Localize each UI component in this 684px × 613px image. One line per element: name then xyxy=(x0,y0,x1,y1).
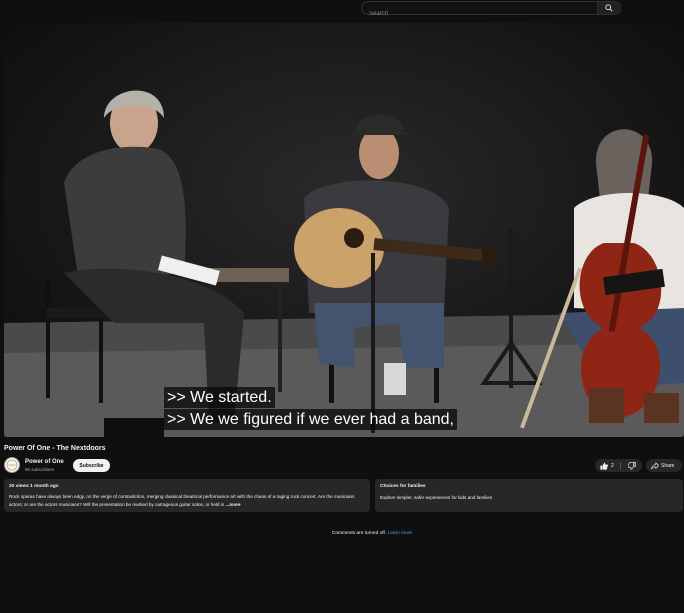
learn-more-link[interactable]: Learn more xyxy=(388,531,413,536)
description-text: Rock operas have always been edgy, on th… xyxy=(9,494,355,507)
search-input[interactable] xyxy=(362,8,597,20)
channel-logo-icon xyxy=(6,459,18,471)
dislike-button[interactable] xyxy=(622,459,642,472)
info-panel-text: Explore simpler, safer experiences for k… xyxy=(380,495,493,500)
like-dislike-group: 2 xyxy=(595,459,642,472)
share-button[interactable]: Share xyxy=(646,459,682,472)
share-icon xyxy=(651,461,659,469)
search-icon xyxy=(605,4,613,12)
thumbs-up-icon xyxy=(600,462,608,470)
view-count-and-date: 20 views 1 month ago xyxy=(9,484,59,489)
comments-off-text: Comments are turned off. xyxy=(331,531,387,536)
caption-line-1: >> We started. xyxy=(164,387,275,408)
like-count: 2 xyxy=(611,462,614,469)
more-link[interactable]: ...more xyxy=(226,502,241,507)
search-box[interactable] xyxy=(361,1,598,20)
like-button[interactable]: 2 xyxy=(595,459,620,472)
channel-avatar[interactable] xyxy=(4,457,20,473)
search-button[interactable] xyxy=(597,1,621,15)
info-panel[interactable]: Choices for families Explore simpler, sa… xyxy=(375,479,683,512)
caption-line-2: >> We we figured if we ever had a band, xyxy=(164,409,457,430)
video-title: Power Of One - The Nextdoors xyxy=(4,445,106,452)
channel-name[interactable]: Power of One xyxy=(25,459,64,465)
comments-status: Comments are turned off. Learn more xyxy=(0,531,684,536)
description-text-block: Rock operas have always been edgy, on th… xyxy=(9,493,365,508)
share-label: Share xyxy=(661,462,675,469)
video-frame xyxy=(4,23,684,437)
subscribe-button[interactable]: Subscribe xyxy=(73,459,110,472)
video-player[interactable]: >> We started. >> We we figured if we ev… xyxy=(4,23,684,437)
info-panel-title: Choices for families xyxy=(380,484,426,489)
like-divider xyxy=(620,462,621,469)
thumbs-down-icon xyxy=(628,461,636,470)
description-box[interactable]: 20 views 1 month ago Rock operas have al… xyxy=(4,479,370,512)
subscriber-count: 90 subscribers xyxy=(25,467,55,472)
